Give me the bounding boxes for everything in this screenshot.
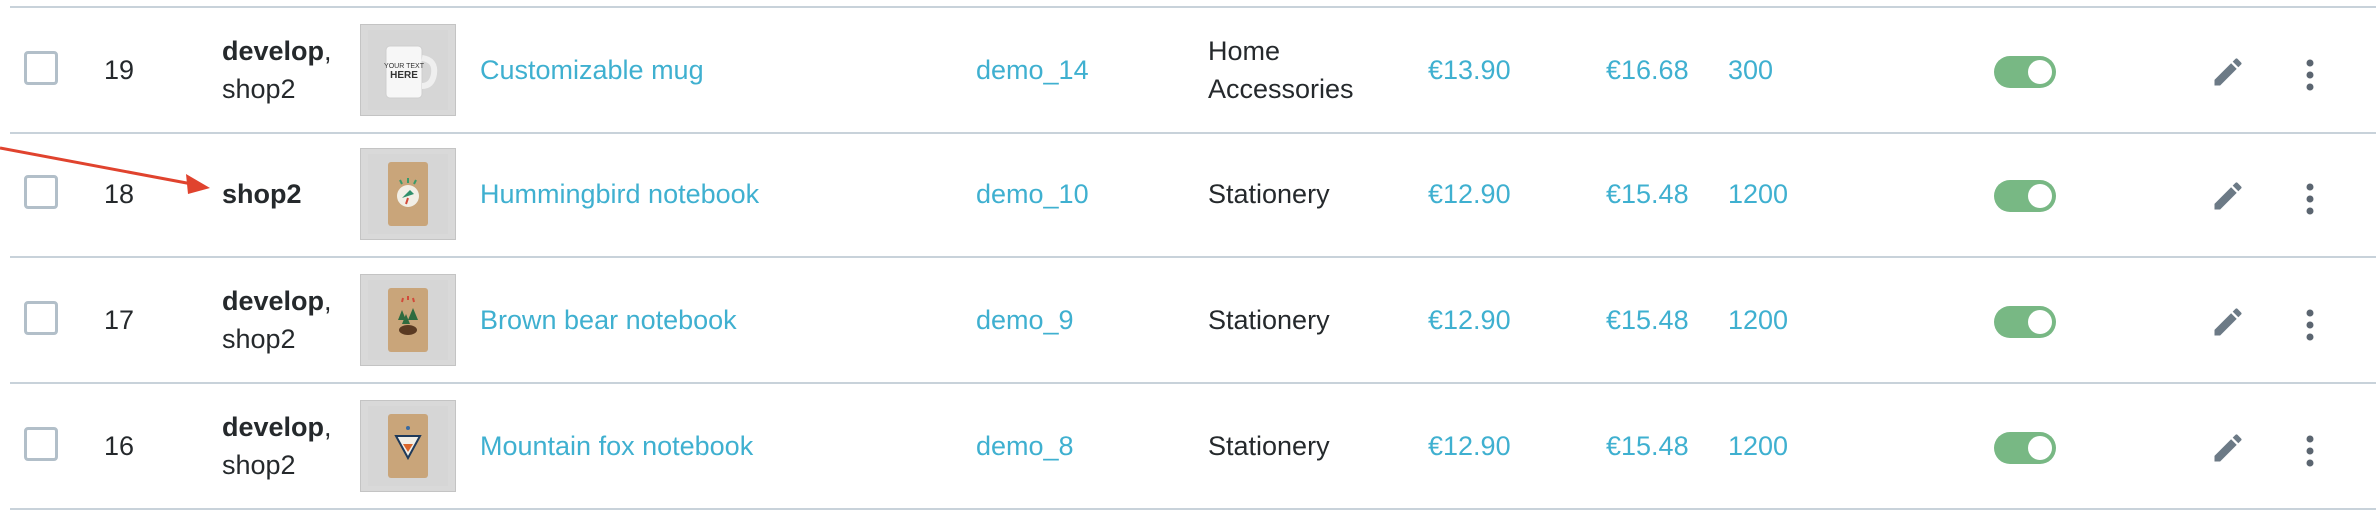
kebab-menu-icon[interactable] — [2302, 182, 2318, 216]
product-table: 19 develop, shop2 YOUR TEXT HERE Customi… — [0, 0, 2376, 512]
hummingbird-notebook-image[interactable] — [360, 148, 456, 240]
kebab-menu-icon[interactable] — [2302, 58, 2318, 92]
table-row: 16 develop, shop2 Mountain fox notebook … — [10, 384, 2376, 510]
shop-cell: develop, shop2 — [222, 8, 362, 132]
shop-secondary: shop2 — [222, 74, 296, 104]
category-cell: Home Accessories — [1208, 8, 1408, 132]
price-tax-incl-link[interactable]: €15.48 — [1606, 258, 1726, 382]
kebab-menu-icon[interactable] — [2302, 434, 2318, 468]
mug-image[interactable]: YOUR TEXT HERE — [360, 24, 456, 116]
product-id: 17 — [104, 305, 135, 335]
row-checkbox[interactable] — [24, 427, 58, 461]
table-row: 19 develop, shop2 YOUR TEXT HERE Customi… — [10, 6, 2376, 134]
table-row: 17 develop, shop2 Brown bear notebook de… — [10, 258, 2376, 384]
pencil-icon[interactable] — [2210, 430, 2246, 466]
table-row: 18 shop2 Hummingbird notebook demo_10 St… — [10, 132, 2376, 258]
shop-primary: develop — [222, 286, 325, 316]
status-toggle[interactable] — [1994, 432, 2056, 464]
pencil-icon[interactable] — [2210, 178, 2246, 214]
shop-separator: , — [324, 286, 332, 316]
toggle-knob — [2028, 436, 2052, 460]
product-name-link[interactable]: Customizable mug — [480, 8, 960, 132]
shop-cell: develop, shop2 — [222, 384, 362, 508]
quantity-link[interactable]: 1200 — [1728, 384, 1848, 508]
product-reference-link[interactable]: demo_8 — [976, 384, 1176, 508]
category-line1: Stationery — [1208, 431, 1330, 461]
product-name-link[interactable]: Brown bear notebook — [480, 258, 960, 382]
category-cell: Stationery — [1208, 384, 1408, 508]
row-checkbox[interactable] — [24, 175, 58, 209]
price-tax-excl-link[interactable]: €12.90 — [1428, 258, 1578, 382]
shop-secondary: shop2 — [222, 324, 296, 354]
product-name-link[interactable]: Mountain fox notebook — [480, 384, 960, 508]
product-reference-link[interactable]: demo_14 — [976, 8, 1176, 132]
price-tax-incl-link[interactable]: €15.48 — [1606, 132, 1726, 256]
product-reference-link[interactable]: demo_9 — [976, 258, 1176, 382]
price-tax-excl-link[interactable]: €12.90 — [1428, 132, 1578, 256]
mug-print-line1: YOUR TEXT — [384, 63, 425, 70]
brown-bear-notebook-icon — [368, 280, 448, 360]
category-line1: Stationery — [1208, 305, 1330, 335]
price-tax-excl-link[interactable]: €13.90 — [1428, 8, 1578, 132]
brown-bear-notebook-image[interactable] — [360, 274, 456, 366]
quantity-link[interactable]: 300 — [1728, 8, 1848, 132]
category-line1: Stationery — [1208, 179, 1330, 209]
product-id: 19 — [104, 55, 135, 85]
quantity-link[interactable]: 1200 — [1728, 258, 1848, 382]
shop-cell: develop, shop2 — [222, 258, 362, 382]
shop-separator: , — [324, 36, 332, 66]
product-id: 16 — [104, 431, 135, 461]
row-checkbox[interactable] — [24, 301, 58, 335]
status-toggle[interactable] — [1994, 180, 2056, 212]
mountain-fox-notebook-image[interactable] — [360, 400, 456, 492]
category-line1: Home — [1208, 36, 1281, 66]
hummingbird-notebook-icon — [368, 154, 448, 234]
shop-primary: shop2 — [222, 179, 302, 209]
mug-print-line2: HERE — [390, 70, 418, 81]
pencil-icon[interactable] — [2210, 304, 2246, 340]
shop-primary: develop — [222, 412, 325, 442]
toggle-knob — [2028, 184, 2052, 208]
category-cell: Stationery — [1208, 258, 1408, 382]
toggle-knob — [2028, 60, 2052, 84]
status-toggle[interactable] — [1994, 56, 2056, 88]
category-cell: Stationery — [1208, 132, 1408, 256]
row-checkbox[interactable] — [24, 51, 58, 85]
product-name-link[interactable]: Hummingbird notebook — [480, 132, 960, 256]
kebab-menu-icon[interactable] — [2302, 308, 2318, 342]
status-toggle[interactable] — [1994, 306, 2056, 338]
product-reference-link[interactable]: demo_10 — [976, 132, 1176, 256]
shop-cell: shop2 — [222, 132, 362, 256]
price-tax-incl-link[interactable]: €16.68 — [1606, 8, 1726, 132]
quantity-link[interactable]: 1200 — [1728, 132, 1848, 256]
shop-separator: , — [324, 412, 332, 442]
shop-secondary: shop2 — [222, 450, 296, 480]
mountain-fox-notebook-icon — [368, 406, 448, 486]
shop-primary: develop — [222, 36, 325, 66]
mug-icon: YOUR TEXT HERE — [368, 30, 448, 110]
price-tax-excl-link[interactable]: €12.90 — [1428, 384, 1578, 508]
product-id: 18 — [104, 179, 135, 209]
price-tax-incl-link[interactable]: €15.48 — [1606, 384, 1726, 508]
category-line2: Accessories — [1208, 74, 1354, 104]
pencil-icon[interactable] — [2210, 54, 2246, 90]
toggle-knob — [2028, 310, 2052, 334]
